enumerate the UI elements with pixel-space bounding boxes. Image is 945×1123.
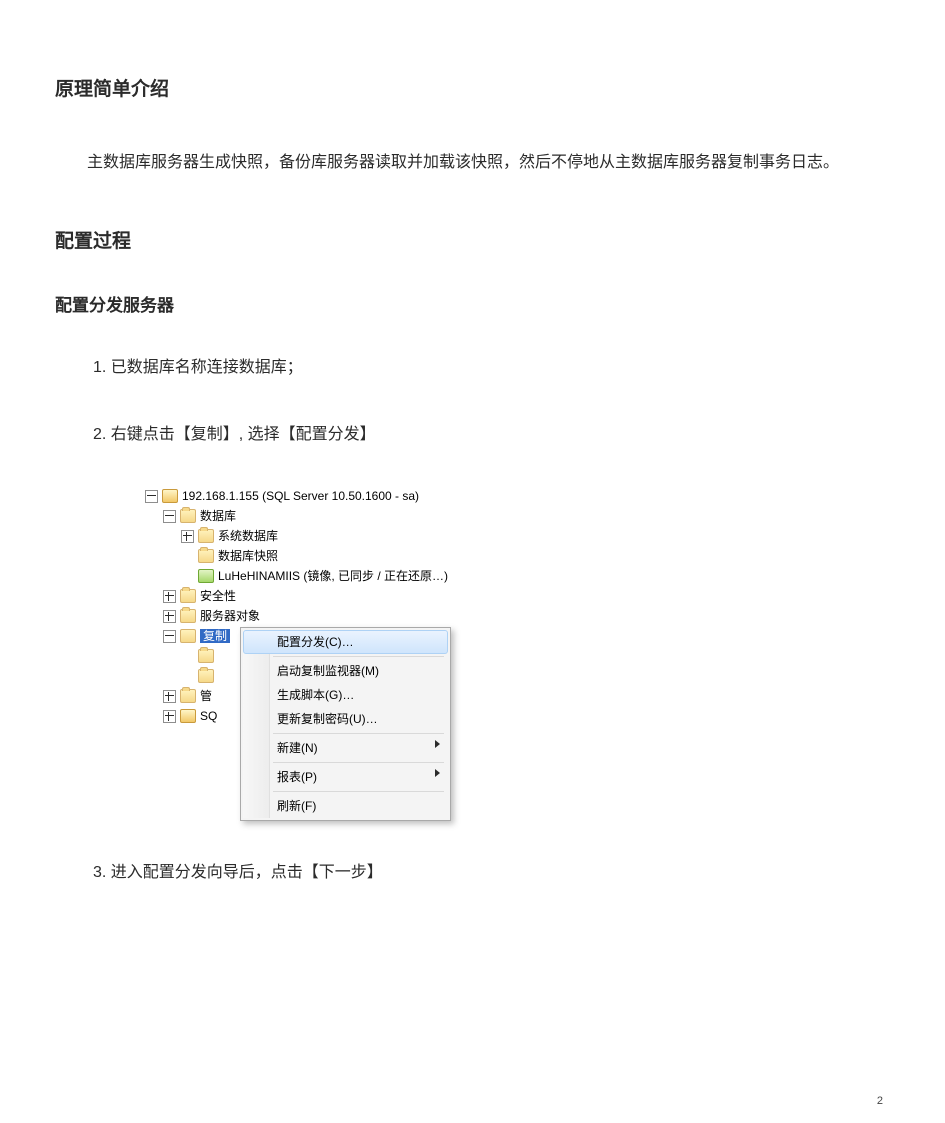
menu-item-new[interactable]: 新建(N): [243, 736, 448, 760]
folder-icon: [180, 509, 196, 523]
tree-label: 数据库: [200, 510, 236, 522]
menu-item-reports[interactable]: 报表(P): [243, 765, 448, 789]
expand-icon[interactable]: [163, 710, 176, 723]
folder-icon: [180, 589, 196, 603]
menu-item-update-password[interactable]: 更新复制密码(U)…: [243, 707, 448, 731]
tree-label-selected: 复制: [200, 629, 230, 643]
collapse-icon[interactable]: [163, 630, 176, 643]
menu-item-label: 配置分发(C)…: [277, 635, 354, 649]
tree-item-server-root[interactable]: 192.168.1.155 (SQL Server 10.50.1600 - s…: [145, 487, 890, 505]
folder-icon: [180, 609, 196, 623]
server-icon: [162, 489, 178, 503]
tree-item-databases[interactable]: 数据库: [163, 507, 890, 525]
folder-icon: [198, 649, 214, 663]
agent-icon: [180, 709, 196, 723]
step-2: 2. 右键点击【复制】, 选择【配置分发】: [93, 421, 890, 450]
tree-label: 系统数据库: [218, 530, 278, 542]
folder-icon: [180, 629, 196, 643]
menu-item-generate-scripts[interactable]: 生成脚本(G)…: [243, 683, 448, 707]
folder-icon: [180, 689, 196, 703]
menu-item-launch-monitor[interactable]: 启动复制监视器(M): [243, 659, 448, 683]
step-1: 1. 已数据库名称连接数据库；: [93, 354, 890, 383]
menu-item-label: 新建(N): [277, 741, 318, 755]
submenu-arrow-icon: [435, 740, 440, 748]
sql-server-object-explorer-tree: 192.168.1.155 (SQL Server 10.50.1600 - s…: [145, 487, 890, 817]
step-3: 3. 进入配置分发向导后，点击【下一步】: [93, 859, 890, 888]
tree-label: 服务器对象: [200, 610, 260, 622]
folder-icon: [198, 529, 214, 543]
heading-config-process: 配置过程: [55, 226, 890, 253]
tree-label: LuHeHINAMIIS (镜像, 已同步 / 正在还原…): [218, 570, 448, 582]
page-number: 2: [877, 1095, 883, 1107]
menu-item-refresh[interactable]: 刷新(F): [243, 794, 448, 818]
expand-icon[interactable]: [181, 530, 194, 543]
expand-icon[interactable]: [163, 690, 176, 703]
expand-icon[interactable]: [163, 610, 176, 623]
tree-label: 管: [200, 690, 212, 702]
tree-item-system-databases[interactable]: 系统数据库: [181, 527, 890, 545]
menu-item-label: 刷新(F): [277, 799, 316, 813]
context-menu: 配置分发(C)… 启动复制监视器(M) 生成脚本(G)… 更新复制密码(U)… …: [240, 627, 451, 821]
heading-config-distribution-server: 配置分发服务器: [55, 291, 890, 316]
tree-item-user-database[interactable]: LuHeHINAMIIS (镜像, 已同步 / 正在还原…): [181, 567, 890, 585]
heading-principle: 原理简单介绍: [55, 74, 890, 101]
database-icon: [198, 569, 214, 583]
folder-icon: [198, 549, 214, 563]
tree-label: SQ: [200, 710, 217, 722]
tree-label: 数据库快照: [218, 550, 278, 562]
collapse-icon[interactable]: [145, 490, 158, 503]
submenu-arrow-icon: [435, 769, 440, 777]
tree-item-security[interactable]: 安全性: [163, 587, 890, 605]
tree-label: 192.168.1.155 (SQL Server 10.50.1600 - s…: [182, 490, 419, 502]
menu-item-configure-distribution[interactable]: 配置分发(C)…: [243, 630, 448, 654]
menu-item-label: 更新复制密码(U)…: [277, 712, 378, 726]
expand-icon[interactable]: [163, 590, 176, 603]
menu-item-label: 启动复制监视器(M): [277, 664, 379, 678]
intro-paragraph: 主数据库服务器生成快照，备份库服务器读取并加载该快照，然后不停地从主数据库服务器…: [55, 145, 890, 182]
menu-item-label: 报表(P): [277, 770, 317, 784]
collapse-icon[interactable]: [163, 510, 176, 523]
folder-icon: [198, 669, 214, 683]
tree-item-server-objects[interactable]: 服务器对象: [163, 607, 890, 625]
tree-item-db-snapshots[interactable]: 数据库快照: [181, 547, 890, 565]
tree-label: 安全性: [200, 590, 236, 602]
menu-item-label: 生成脚本(G)…: [277, 688, 354, 702]
